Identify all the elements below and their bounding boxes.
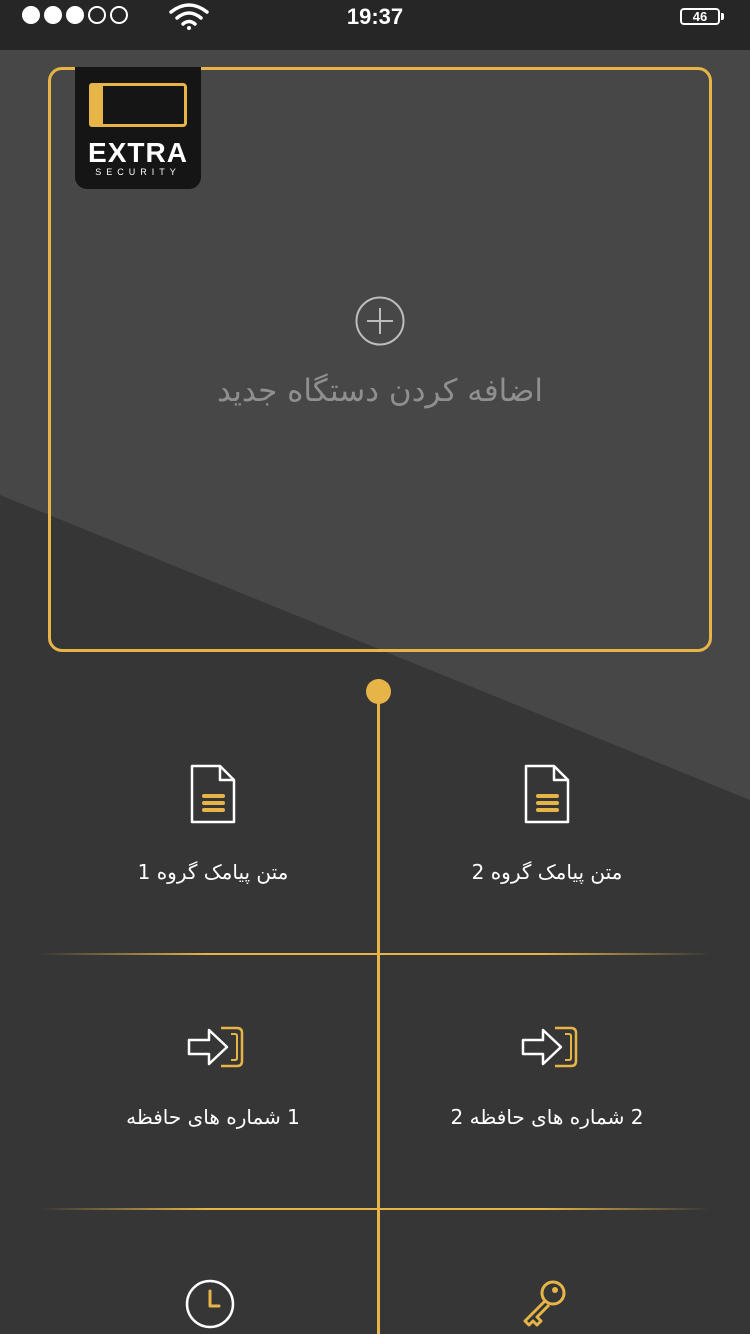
add-device-label[interactable]: اضافه کردن دستگاه جدید — [48, 373, 712, 409]
menu-tile-schedule[interactable] — [48, 1255, 378, 1334]
logo-brand-text: EXTRA — [88, 137, 188, 168]
grid-divider — [40, 1208, 710, 1210]
add-circle-icon[interactable] — [354, 295, 406, 347]
grid-divider — [40, 953, 710, 955]
menu-tile-label: متن پیامک گروه 1 — [137, 860, 289, 884]
menu-tile-label: متن پیامک گروه 2 — [471, 860, 623, 884]
status-time: 19:37 — [346, 4, 404, 29]
sign-in-icon — [187, 1026, 244, 1068]
battery-indicator: 46 — [680, 8, 724, 25]
menu-tile-password[interactable] — [382, 1255, 712, 1334]
brand-logo: EXTRA SECURITY — [75, 67, 201, 189]
menu-tile-sms-group-1[interactable]: متن پیامک گروه 1 — [48, 740, 378, 940]
logo-tagline: SECURITY — [95, 167, 181, 177]
timeline-dot — [366, 679, 391, 704]
logo-mark — [89, 83, 187, 127]
menu-tile-memory-numbers-1[interactable]: 1 شماره های حافظه — [48, 1000, 378, 1200]
key-icon — [523, 1280, 566, 1327]
status-bar: 19:37 46 — [0, 0, 750, 50]
menu-tile-label: 1 شماره های حافظه — [126, 1105, 300, 1129]
menu-tile-memory-numbers-2[interactable]: 2 شماره های حافظه 2 — [382, 1000, 712, 1200]
document-icon — [190, 764, 236, 824]
clock-icon — [185, 1279, 235, 1329]
sign-in-icon — [521, 1026, 578, 1068]
document-icon — [524, 764, 570, 824]
menu-tile-sms-group-2[interactable]: متن پیامک گروه 2 — [382, 740, 712, 940]
menu-tile-label: 2 شماره های حافظه 2 — [450, 1105, 644, 1129]
